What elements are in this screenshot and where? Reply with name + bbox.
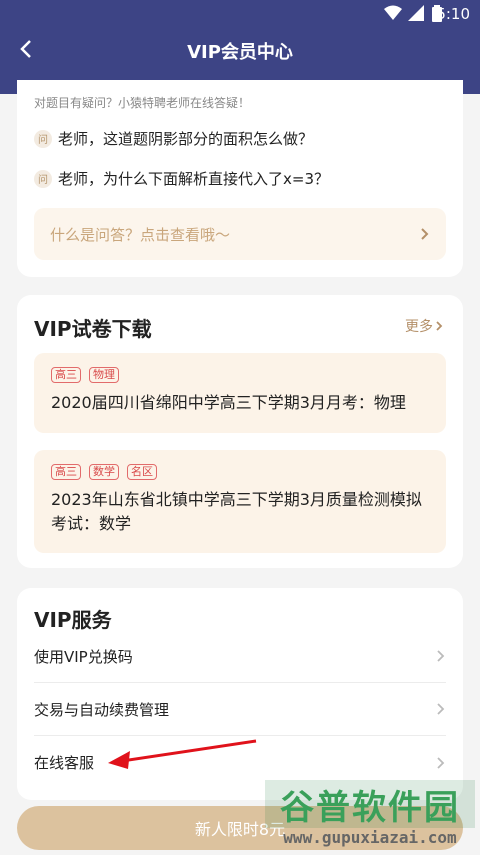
exam-name: 2023年山东省北镇中学高三下学期3月质量检测模拟考试：数学 [51,490,422,533]
chevron-right-icon [436,321,443,331]
watermark-url: www.gupuxiazai.com [283,828,457,847]
service-item-label: 交易与自动续费管理 [34,700,170,719]
qa-info-link[interactable]: 什么是问答？点击查看哦～ [34,208,446,260]
chevron-right-icon [421,228,429,240]
tag: 高三 [51,464,81,480]
annotation-arrow-icon [108,739,257,769]
watermark-brand: 谷普软件园 [265,780,475,828]
page-title: VIP会员中心 [187,42,293,63]
exam-name: 2020届四川省绵阳中学高三下学期3月月考：物理 [51,393,406,412]
chevron-right-icon [437,650,445,662]
tag: 数学 [89,464,119,480]
question-badge: 问 [34,169,52,188]
more-link[interactable]: 更多 [405,316,445,336]
watermark: 谷普软件园 www.gupuxiazai.com [265,780,475,852]
qa-card: 对题目有疑问？小猿特聘老师在线答疑！ 问 老师，这道题阴影部分的面积怎么做？ 问… [17,80,463,277]
exam-section-title: VIP试卷下载 [34,317,152,341]
qa-question: 问 老师，这道题阴影部分的面积怎么做？ [34,128,313,149]
signal-icon [408,5,424,21]
exam-tags: 高三 数学 名区 [51,464,429,480]
tag: 高三 [51,367,81,383]
service-item-label: 在线客服 [34,754,95,772]
qa-link-text: 什么是问答？点击查看哦～ [50,225,231,244]
qa-question-text: 老师，这道题阴影部分的面积怎么做？ [58,130,314,148]
tag: 物理 [89,367,119,383]
service-section-title: VIP服务 [34,608,112,632]
qa-question-text: 老师，为什么下面解析直接代入了x=3？ [58,170,329,188]
question-badge: 问 [34,129,52,148]
exam-item[interactable]: 高三 数学 名区 2023年山东省北镇中学高三下学期3月质量检测模拟考试：数学 [34,450,446,553]
service-item-redeem-code[interactable]: 使用VIP兑换码 [34,630,446,683]
status-time: 5:10 [436,5,470,23]
status-bar: 5:10 [0,0,480,28]
tag: 名区 [127,464,157,480]
chevron-right-icon [437,703,445,715]
exam-tags: 高三 物理 [51,367,429,383]
qa-question: 问 老师，为什么下面解析直接代入了x=3？ [34,168,329,189]
exam-download-card: VIP试卷下载 更多 高三 物理 2020届四川省绵阳中学高三下学期3月月考：物… [17,295,463,568]
exam-item[interactable]: 高三 物理 2020届四川省绵阳中学高三下学期3月月考：物理 [34,353,446,433]
chevron-right-icon [437,756,445,769]
more-label: 更多 [405,319,433,335]
service-item-transactions[interactable]: 交易与自动续费管理 [34,683,446,736]
wifi-icon [384,5,402,20]
qa-intro: 对题目有疑问？小猿特聘老师在线答疑！ [34,96,251,110]
service-item-label: 使用VIP兑换码 [34,647,133,666]
